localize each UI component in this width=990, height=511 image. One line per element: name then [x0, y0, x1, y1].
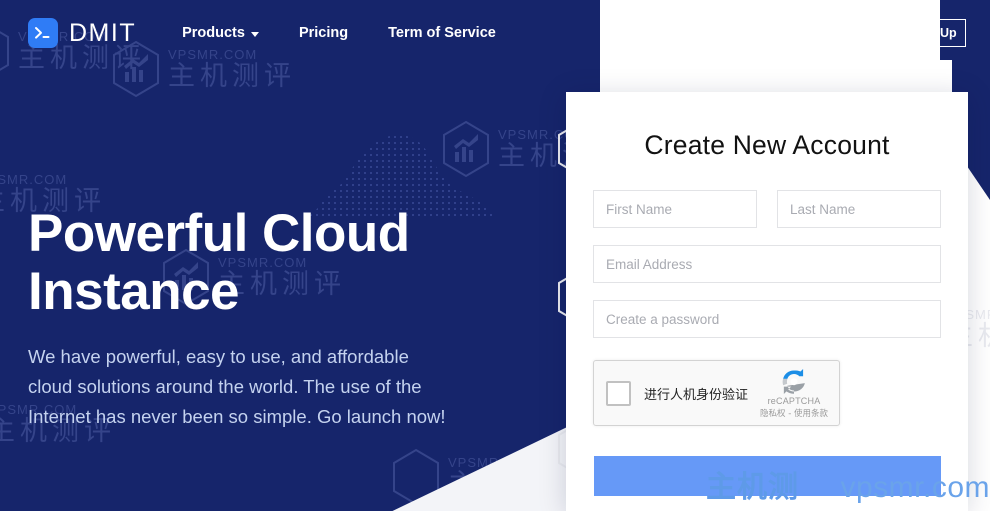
hero-title-line2: Instance [28, 262, 240, 322]
password-input[interactable] [593, 300, 941, 338]
recaptcha-label: 进行人机身份验证 [644, 387, 749, 403]
email-input[interactable] [593, 245, 941, 283]
create-account-submit-button[interactable] [594, 456, 941, 496]
last-name-input[interactable] [777, 190, 941, 228]
signup-card: Create New Account 进行人机身份验证 [566, 92, 968, 511]
first-name-input[interactable] [593, 190, 757, 228]
recaptcha-widget[interactable]: 进行人机身份验证 reCAPTCHA 隐私权 - 使用条款 [593, 360, 840, 426]
terminal-prompt-icon [28, 18, 58, 48]
nav-item-term-of-service[interactable]: Term of Service [388, 25, 496, 41]
dotted-cloud-decoration [306, 134, 496, 216]
hero-subtitle: We have powerful, easy to use, and affor… [28, 345, 446, 427]
signup-button[interactable]: Sign Up [900, 19, 966, 47]
recaptcha-checkbox[interactable] [606, 380, 631, 406]
chevron-down-icon [250, 31, 259, 37]
hero-section: Powerful Cloud Instance We have powerful… [28, 204, 448, 432]
top-navbar: DMIT Products Pricing Term of Service Si… [0, 0, 990, 66]
brand-logo[interactable]: DMIT [28, 18, 136, 48]
nav-label: Pricing [298, 25, 349, 41]
recaptcha-terms[interactable]: 隐私权 - 使用条款 [760, 407, 828, 419]
hero-title: Powerful Cloud Instance [28, 204, 448, 322]
recaptcha-logo-icon [782, 368, 805, 394]
nav-item-products[interactable]: Products [182, 25, 259, 41]
brand-name: DMIT [69, 18, 137, 47]
nav-item-pricing[interactable]: Pricing [299, 25, 348, 41]
hero-title-line1: Powerful Cloud [28, 204, 410, 263]
name-row [593, 190, 941, 228]
recaptcha-brand-name: reCAPTCHA [767, 396, 821, 406]
nav-label: Products [182, 25, 245, 41]
page-root: VPSMR.COM 主机测评 VPSMR.COM 主机测评 SMR.COM 机测… [0, 0, 990, 511]
recaptcha-brand: reCAPTCHA 隐私权 - 使用条款 [757, 367, 831, 419]
card-title: Create New Account [644, 130, 890, 160]
signup-form: 进行人机身份验证 reCAPTCHA 隐私权 - 使用条款 [566, 190, 968, 426]
nav-links: Products Pricing Term of Service [182, 25, 496, 41]
nav-label: Term of Service [388, 25, 496, 41]
